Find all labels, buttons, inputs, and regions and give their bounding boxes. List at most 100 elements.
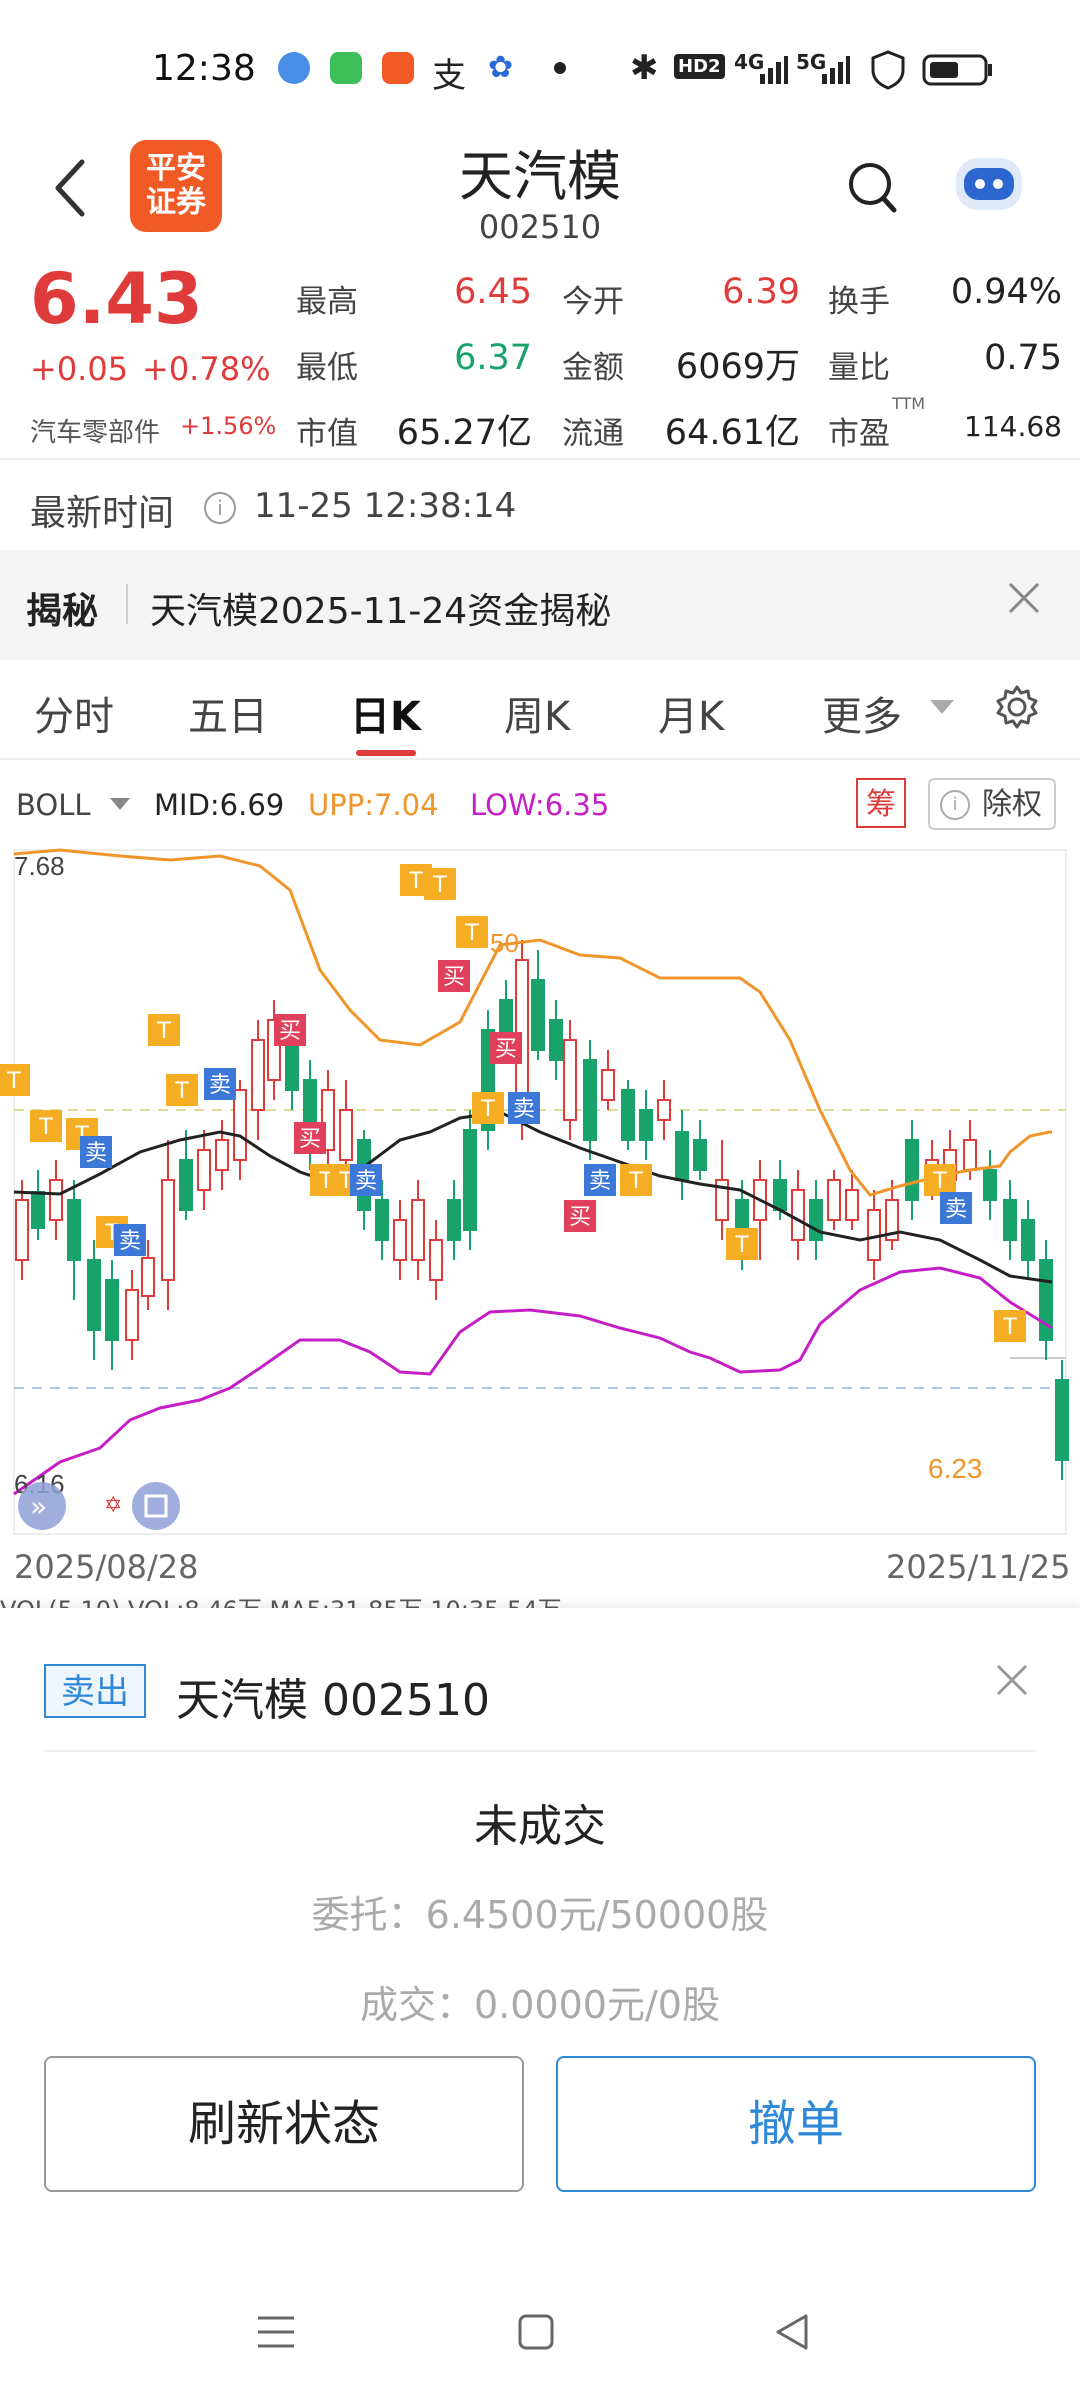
candle-body (49, 1179, 63, 1221)
trade-marker-label: 卖 (513, 1097, 535, 1122)
candle-body (161, 1179, 175, 1281)
tab-weekly-k[interactable]: 周K (504, 684, 570, 742)
price-change: +0.05 (30, 350, 129, 388)
turnover-value: 0.94% (950, 272, 1062, 312)
annotation-50: 50 (490, 928, 519, 958)
volume-ratio-label: 量比 (828, 350, 890, 386)
turnover-label: 换手 (828, 284, 890, 320)
status-time: 12:38 (152, 48, 256, 89)
candle-body (411, 1199, 425, 1261)
candle-body (463, 1129, 477, 1231)
candle-body (983, 1169, 997, 1201)
baidu-icon: ✿ (488, 50, 514, 85)
tab-divider (0, 758, 1080, 760)
trade-marker-label: T (156, 1019, 171, 1044)
trade-marker-label: 卖 (945, 1197, 967, 1222)
assistant-robot-icon[interactable] (950, 150, 1028, 218)
ime-icon: 支 (432, 56, 466, 96)
info-icon[interactable]: i (204, 492, 236, 524)
refresh-status-button[interactable]: 刷新状态 (44, 2056, 524, 2192)
trade-marker-label: 卖 (119, 1229, 141, 1254)
candle-body (339, 1109, 353, 1161)
gear-icon[interactable] (994, 684, 1040, 730)
candle-body (845, 1189, 859, 1221)
pe-label: 市盈 (828, 416, 890, 452)
tab-daily-k[interactable]: 日K (350, 684, 421, 742)
kline-chart[interactable]: TTT卖T卖TT卖买买TTT买买T卖TT卖买卖TTT卖T 7.68 6.16 5… (0, 840, 1080, 1540)
volume-legend: VOL(5,10) VOL:8.46万 MA5:31.85万 10:35.54万 (0, 1596, 562, 1610)
candle-body (791, 1189, 805, 1241)
menu-nav-icon[interactable] (254, 2310, 298, 2354)
chevron-down-icon[interactable] (930, 700, 954, 714)
trade-marker-label: T (932, 1169, 947, 1194)
float-cap-value: 64.61亿 (664, 413, 800, 453)
message-icon (330, 52, 362, 84)
float-cap-label: 流通 (562, 416, 624, 452)
boll-upp: UPP:7.04 (308, 788, 439, 822)
candle-body (621, 1089, 635, 1141)
candle-body (393, 1219, 407, 1261)
dot-icon (554, 62, 566, 74)
trade-marker-label: 卖 (589, 1169, 611, 1194)
deal-info: 成交：0.0000元/0股 (360, 1983, 720, 2027)
amount-value: 6069万 (675, 347, 800, 387)
bluetooth-icon: ✱ (630, 48, 659, 88)
pe-value: 114.68 (964, 410, 1062, 443)
candle-body (375, 1199, 389, 1241)
trade-marker-label: 买 (443, 965, 465, 990)
back-icon[interactable] (50, 158, 90, 218)
logo-line2: 证券 (146, 185, 206, 220)
trade-marker-label: T (408, 869, 423, 894)
x-start-date: 2025/08/28 (14, 1548, 199, 1586)
boll-dropdown-icon[interactable] (110, 798, 130, 810)
trade-marker-label: 卖 (209, 1073, 231, 1098)
candle-body (233, 1089, 247, 1161)
entrust-info: 委托：6.4500元/50000股 (311, 1893, 769, 1937)
candle-body (429, 1239, 443, 1281)
signal-bars-icon (760, 56, 788, 84)
tab-intraday[interactable]: 分时 (34, 684, 114, 742)
boll-indicator-name[interactable]: BOLL (16, 788, 91, 822)
chip-button[interactable]: 筹 (856, 778, 906, 828)
battery-icon (922, 54, 992, 86)
tab-monthly-k[interactable]: 月K (658, 684, 724, 742)
candle-body (197, 1149, 211, 1191)
ex-rights-info-icon: i (940, 790, 970, 820)
trade-marker-label: 买 (569, 1205, 591, 1230)
close-icon[interactable] (1004, 578, 1044, 618)
home-nav-icon[interactable] (514, 2310, 558, 2354)
market-cap-value: 65.27亿 (396, 413, 532, 453)
tab-more[interactable]: 更多 (822, 684, 902, 742)
candle-body (31, 1191, 45, 1229)
candle-body (773, 1179, 787, 1211)
fullscreen-icon[interactable] (132, 1482, 180, 1530)
reveal-text[interactable]: 天汽模2025-11-24资金揭秘 (150, 582, 611, 634)
candle-body (1021, 1219, 1035, 1261)
broker-logo: 平安 证券 (130, 140, 222, 232)
latest-time-value: 11-25 12:38:14 (254, 486, 517, 526)
search-icon[interactable] (848, 160, 898, 216)
app-icon (382, 52, 414, 84)
back-nav-icon[interactable] (770, 2310, 814, 2354)
close-panel-icon[interactable] (994, 1662, 1030, 1698)
candle-body (179, 1159, 193, 1211)
candle-body (15, 1199, 29, 1261)
high-value: 6.45 (454, 272, 532, 312)
low-label: 最低 (296, 350, 358, 386)
current-price: 6.43 (30, 258, 203, 340)
candle-body (549, 1019, 563, 1061)
open-label: 今开 (562, 284, 624, 320)
candle-body (1003, 1199, 1017, 1241)
cancel-order-button[interactable]: 撤单 (556, 2056, 1036, 2192)
sector-name[interactable]: 汽车零部件 (30, 412, 160, 449)
candle-body (125, 1289, 139, 1341)
candle-body (827, 1179, 841, 1221)
tab-five-day[interactable]: 五日 (188, 684, 268, 742)
stock-name: 天汽模 (459, 145, 621, 208)
trade-marker-label: T (480, 1097, 495, 1122)
trade-marker-label: 买 (279, 1019, 301, 1044)
trade-marker-label: T (432, 873, 447, 898)
trade-marker-label: T (38, 1115, 53, 1140)
candle-body (531, 979, 545, 1051)
stock-code: 002510 (478, 208, 602, 246)
